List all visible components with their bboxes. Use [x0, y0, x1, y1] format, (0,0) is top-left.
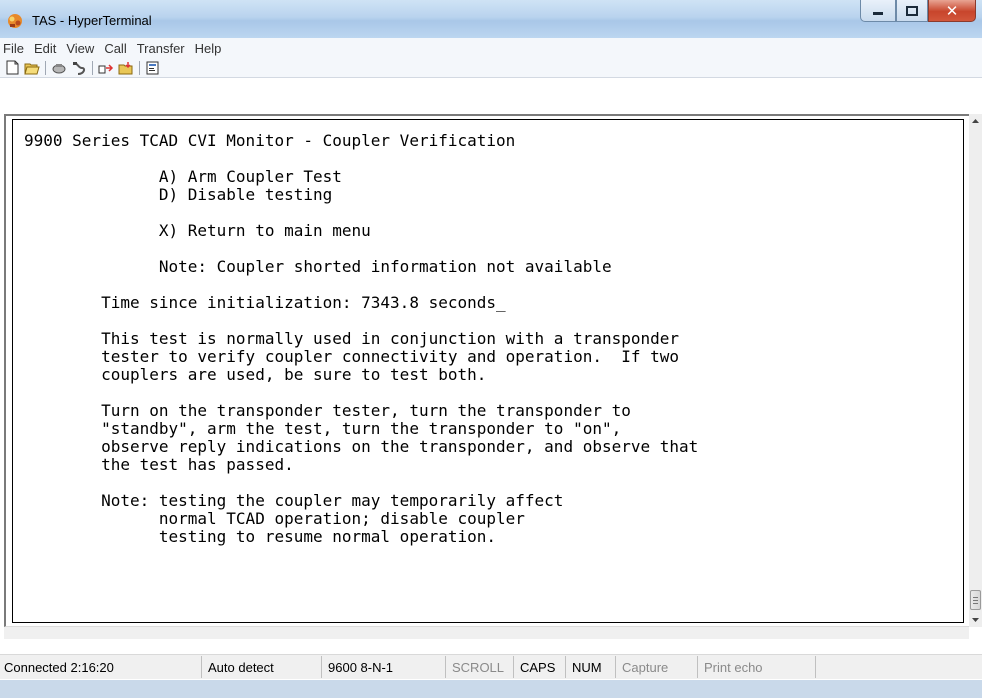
vertical-scrollbar[interactable] [969, 114, 982, 627]
terminal-line: This test is normally used in conjunctio… [24, 329, 680, 348]
menu-transfer[interactable]: Transfer [132, 41, 190, 56]
menu-bar: File Edit View Call Transfer Help [0, 38, 982, 58]
toolbar-separator [139, 60, 140, 75]
terminal-line: normal TCAD operation; disable coupler [24, 509, 525, 528]
close-icon: ✕ [945, 1, 959, 20]
properties-icon[interactable] [144, 60, 162, 76]
toolbar [0, 58, 982, 78]
status-bar: Connected 2:16:20 Auto detect 9600 8-N-1… [0, 654, 982, 679]
window-controls: ✕ [860, 0, 976, 22]
status-caps: CAPS [514, 656, 566, 678]
terminal-line: couplers are used, be sure to test both. [24, 365, 487, 384]
minimize-icon [873, 11, 883, 15]
toolbar-separator [92, 60, 93, 75]
terminal-line: "standby", arm the test, turn the transp… [24, 419, 622, 438]
status-detect: Auto detect [202, 656, 322, 678]
open-icon[interactable] [23, 60, 41, 76]
grip-line [973, 600, 978, 601]
terminal-line: Turn on the transponder tester, turn the… [24, 401, 631, 420]
hyperterminal-icon[interactable] [6, 13, 24, 29]
status-capture: Capture [616, 656, 698, 678]
terminal-line: D) Disable testing [24, 185, 333, 204]
scroll-down-icon [972, 618, 979, 622]
new-icon[interactable] [3, 60, 21, 76]
close-button[interactable]: ✕ [928, 0, 976, 22]
window-title: TAS - HyperTerminal [32, 13, 152, 28]
menu-edit[interactable]: Edit [29, 41, 61, 56]
horizontal-scroll-area [4, 627, 969, 639]
terminal-line: the test has passed. [24, 455, 294, 474]
status-settings: 9600 8-N-1 [322, 656, 446, 678]
grip-line [973, 597, 978, 598]
menu-file[interactable]: File [0, 41, 29, 56]
maximize-button[interactable] [896, 0, 928, 22]
grip-line [973, 603, 978, 604]
terminal-line: testing to resume normal operation. [24, 527, 497, 546]
menu-help[interactable]: Help [190, 41, 227, 56]
terminal-line: Time since initialization: 7343.8 second… [24, 293, 506, 312]
scroll-down-button[interactable] [969, 613, 982, 627]
scroll-up-button[interactable] [969, 114, 982, 128]
connect-icon[interactable] [50, 60, 68, 76]
status-scroll: SCROLL [446, 656, 514, 678]
send-icon[interactable] [97, 60, 115, 76]
menu-call[interactable]: Call [99, 41, 131, 56]
menu-view[interactable]: View [61, 41, 99, 56]
terminal-line: Note: testing the coupler may temporaril… [24, 491, 564, 510]
disconnect-icon[interactable] [70, 60, 88, 76]
terminal-line: A) Arm Coupler Test [24, 167, 342, 186]
scroll-up-icon [972, 119, 979, 123]
receive-icon[interactable] [117, 60, 135, 76]
terminal-screen[interactable]: 9900 Series TCAD CVI Monitor - Coupler V… [12, 119, 964, 623]
scroll-thumb[interactable] [970, 590, 981, 610]
maximize-icon [906, 5, 918, 16]
window-bottom-border [0, 680, 982, 698]
status-connected: Connected 2:16:20 [0, 656, 202, 678]
terminal-line: 9900 Series TCAD CVI Monitor - Coupler V… [24, 131, 516, 150]
minimize-button[interactable] [860, 0, 896, 22]
terminal-line: X) Return to main menu [24, 221, 371, 240]
title-bar[interactable]: TAS - HyperTerminal ✕ [0, 0, 982, 38]
terminal-line: observe reply indications on the transpo… [24, 437, 699, 456]
status-print-echo: Print echo [698, 656, 816, 678]
terminal-line: tester to verify coupler connectivity an… [24, 347, 680, 366]
terminal-line: Note: Coupler shorted information not av… [24, 257, 612, 276]
status-num: NUM [566, 656, 616, 678]
terminal-text: 9900 Series TCAD CVI Monitor - Coupler V… [13, 120, 963, 546]
toolbar-separator [45, 60, 46, 75]
